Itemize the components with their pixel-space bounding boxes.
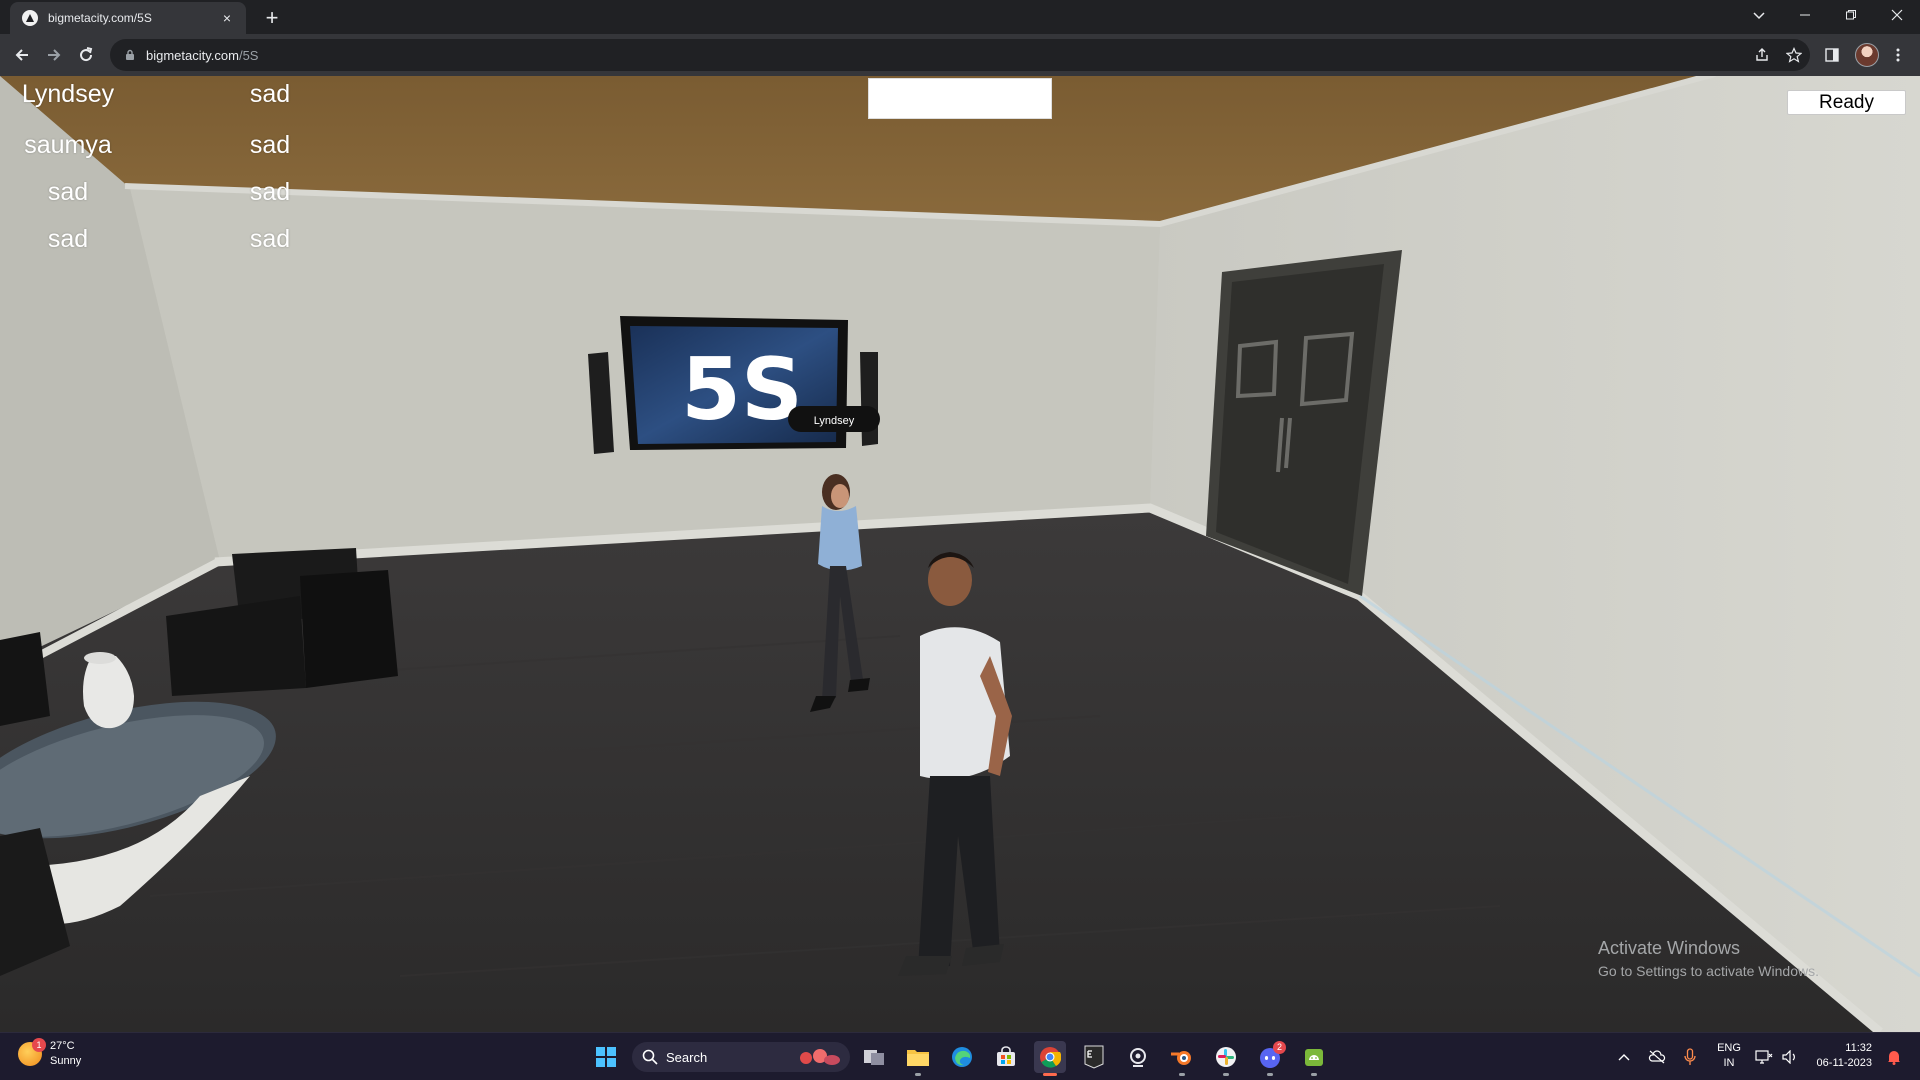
tv-logo: 5S	[681, 340, 803, 440]
running-indicator	[1311, 1073, 1317, 1076]
hud-player-name: Lyndsey	[21, 80, 115, 108]
address-bar[interactable]: bigmetacity.com/5S	[110, 39, 1810, 71]
epic-games-icon[interactable]	[1078, 1041, 1110, 1073]
side-panel-icon[interactable]	[1820, 43, 1844, 67]
restore-button[interactable]	[1828, 0, 1874, 30]
hud-player-status: sad	[249, 131, 291, 159]
weather-badge: 1	[32, 1038, 46, 1052]
hud-player-status: sad	[249, 178, 291, 206]
forward-button[interactable]	[40, 41, 68, 69]
chat-input[interactable]	[868, 78, 1052, 119]
hud-player-name: sad	[47, 178, 89, 206]
running-indicator	[1267, 1073, 1273, 1076]
task-view-icon[interactable]	[858, 1041, 890, 1073]
hud-player-status: sad	[249, 225, 291, 253]
microphone-icon[interactable]	[1678, 1045, 1702, 1069]
watermark-subtitle: Go to Settings to activate Windows.	[1598, 963, 1819, 979]
search-highlight-icon	[800, 1049, 840, 1065]
avatar-nametag: Lyndsey	[814, 415, 855, 427]
ready-button[interactable]: Ready	[1787, 90, 1906, 115]
running-indicator	[1043, 1073, 1057, 1076]
running-indicator	[1223, 1073, 1229, 1076]
clock-time: 11:32	[1845, 1042, 1872, 1054]
sun-icon: 1	[18, 1038, 46, 1066]
running-indicator	[915, 1073, 921, 1076]
discord-icon[interactable]: 2	[1254, 1041, 1286, 1076]
blender-icon[interactable]	[1166, 1041, 1198, 1076]
browser-tab[interactable]: bigmetacity.com/5S ×	[10, 2, 246, 34]
browser-toolbar: bigmetacity.com/5S	[0, 34, 1920, 76]
android-studio-icon[interactable]	[1298, 1041, 1330, 1076]
minimize-button[interactable]	[1782, 0, 1828, 30]
tray-chevron-up-icon[interactable]	[1614, 1045, 1634, 1069]
url-path: /5S	[238, 47, 259, 63]
back-button[interactable]	[8, 41, 36, 69]
volume-icon[interactable]	[1778, 1045, 1802, 1069]
start-button[interactable]	[590, 1041, 622, 1073]
tab-strip: bigmetacity.com/5S × +	[0, 0, 1920, 34]
hud-player-row: sad sad	[0, 225, 320, 269]
share-icon[interactable]	[1750, 43, 1774, 67]
language-indicator[interactable]: ENG IN	[1714, 1041, 1744, 1071]
url-text: bigmetacity.com/5S	[146, 48, 258, 63]
discord-badge: 2	[1273, 1041, 1286, 1054]
activate-windows-watermark: Activate Windows Go to Settings to activ…	[1598, 938, 1819, 979]
watermark-title: Activate Windows	[1598, 938, 1741, 958]
ms-store-icon[interactable]	[990, 1041, 1022, 1073]
taskbar-search[interactable]: Search	[632, 1042, 850, 1072]
chrome-icon[interactable]	[1034, 1041, 1066, 1076]
tab-title: bigmetacity.com/5S	[48, 11, 152, 25]
language-code: ENG	[1717, 1042, 1741, 1054]
site-favicon-icon	[22, 10, 38, 26]
hud-player-row: saumya sad	[0, 131, 320, 175]
reload-button[interactable]	[72, 41, 100, 69]
taskbar: 1 27°C Sunny Search 2 ENG IN 11:32 06-11…	[0, 1032, 1920, 1080]
edge-browser-icon[interactable]	[946, 1041, 978, 1073]
hud-player-row: sad sad	[0, 178, 320, 222]
close-window-button[interactable]	[1874, 0, 1920, 30]
file-explorer-icon[interactable]	[902, 1041, 934, 1076]
new-tab-button[interactable]: +	[258, 4, 286, 32]
webcam-app-icon[interactable]	[1122, 1041, 1154, 1073]
cloud-offline-icon[interactable]	[1645, 1045, 1669, 1069]
profile-avatar[interactable]	[1855, 43, 1879, 67]
hud-player-status: sad	[249, 80, 291, 108]
weather-widget[interactable]: 1 27°C Sunny	[18, 1038, 82, 1069]
running-indicator	[1179, 1073, 1185, 1076]
forward-arrow-icon	[48, 49, 61, 61]
weather-temp: 27°C	[50, 1040, 75, 1052]
lock-icon	[126, 49, 134, 60]
slack-icon[interactable]	[1210, 1041, 1242, 1076]
url-host: bigmetacity.com	[146, 47, 239, 63]
system-clock[interactable]: 11:32 06-11-2023	[1808, 1041, 1872, 1071]
tab-search-icon[interactable]	[1736, 0, 1782, 30]
region-code: IN	[1723, 1057, 1735, 1069]
search-label: Search	[666, 1049, 708, 1065]
clock-date: 06-11-2023	[1816, 1057, 1872, 1069]
game-viewport[interactable]: 5S Lyndsey Lyndsey sad saumya sad sad sa…	[0, 76, 1920, 1032]
search-icon	[642, 1049, 658, 1065]
notification-bell-icon[interactable]	[1882, 1045, 1906, 1069]
bookmark-star-icon[interactable]	[1782, 43, 1806, 67]
tab-close-icon[interactable]: ×	[218, 10, 236, 26]
hud-player-row: Lyndsey sad	[0, 80, 320, 124]
weather-desc: Sunny	[50, 1055, 82, 1067]
browser-menu-icon[interactable]	[1886, 43, 1910, 67]
hud-player-name: sad	[47, 225, 89, 253]
back-arrow-icon	[15, 49, 28, 61]
network-icon[interactable]	[1752, 1045, 1776, 1069]
windows-logo-icon	[596, 1047, 616, 1067]
reload-icon	[80, 47, 93, 62]
hud-player-name: saumya	[24, 131, 112, 159]
